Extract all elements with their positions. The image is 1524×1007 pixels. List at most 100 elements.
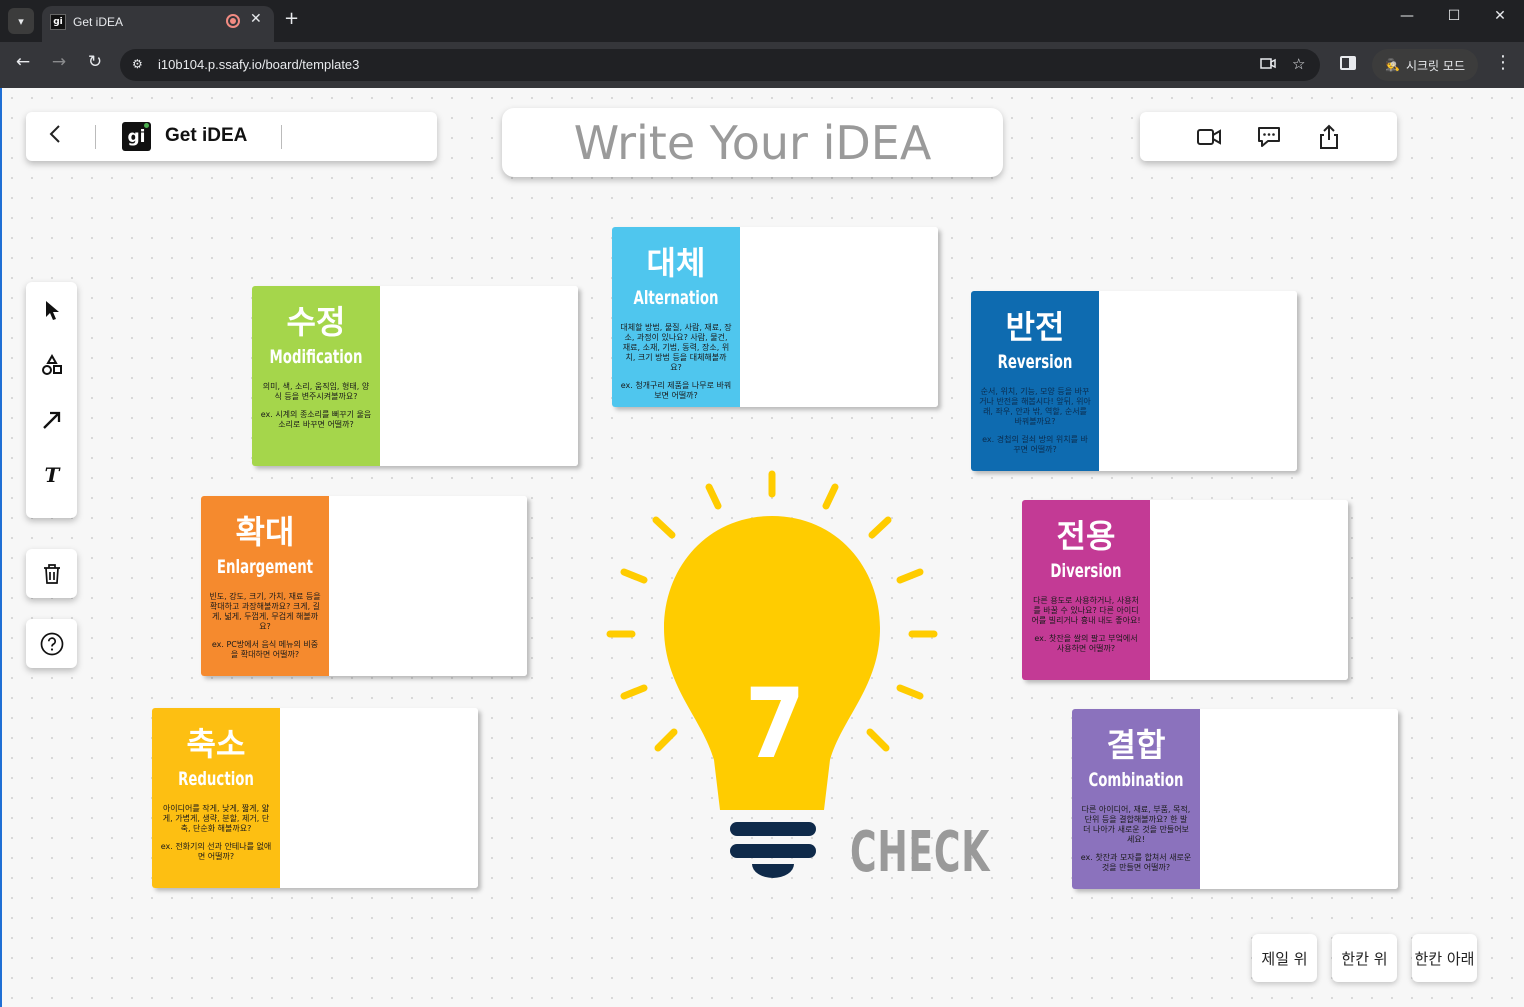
card-note-area[interactable]	[1200, 709, 1398, 889]
card-note-area[interactable]	[280, 708, 478, 888]
card-title-en: Reversion	[997, 351, 1073, 373]
board-title-box	[502, 108, 1003, 177]
card-example: ex. 경첩의 걸쇠 방의 위치를 바꾸면 어떨까?	[982, 435, 1088, 454]
card-example: ex. 시계의 종소리를 뻐꾸기 울음소리로 바꾸면 어떨까?	[260, 410, 372, 429]
scamper-card-reversion[interactable]: 반전 Reversion 순서, 위치, 기능, 모양 등을 바꾸거나 반전을 …	[971, 291, 1297, 471]
card-note-area[interactable]	[740, 227, 938, 407]
top-right-bar	[1140, 112, 1397, 161]
reload-icon[interactable]: ↻	[82, 52, 108, 72]
card-title-kr: 확대	[235, 513, 295, 551]
card-description: 다른 아이디어, 재료, 부품, 목적, 단위 등을 결합해볼까요? 한 발 더…	[1081, 805, 1191, 844]
browser-tab[interactable]: gi Get iDEA ✕	[42, 6, 274, 42]
browser-menu-icon[interactable]: ⋮	[1494, 52, 1512, 73]
bring-to-front-button[interactable]: 제일 위	[1252, 934, 1317, 982]
address-bar[interactable]: ⚙ i10b104.p.ssafy.io/board/template3 ☆	[120, 49, 1320, 81]
tab-title: Get iDEA	[73, 15, 124, 29]
incognito-badge[interactable]: 🕵 시크릿 모드	[1372, 49, 1478, 81]
bulb-number: 7	[744, 668, 806, 780]
divider	[95, 125, 96, 149]
arrow-tool-icon[interactable]	[39, 407, 65, 433]
card-example: ex. 전화기의 선과 안테나를 없애면 어떨까?	[160, 842, 272, 861]
forward-icon[interactable]: →	[46, 52, 72, 72]
browser-toolbar: ← → ↻ ⚙ i10b104.p.ssafy.io/board/templat…	[0, 42, 1524, 88]
share-icon[interactable]	[1316, 124, 1342, 150]
send-backward-button[interactable]: 한칸 아래	[1412, 934, 1477, 982]
card-title-en: Modification	[269, 346, 363, 368]
card-note-area[interactable]	[1150, 500, 1348, 680]
card-description: 대체할 방법, 물질, 사람, 재료, 장소, 과정이 있나요? 사람, 물건,…	[620, 323, 732, 372]
card-description: 순서, 위치, 기능, 모양 등을 바꾸거나 반전을 해봅시다! 앞뒤, 위아래…	[979, 387, 1091, 426]
shapes-icon[interactable]	[39, 352, 65, 378]
card-label-panel: 축소 Reduction 아이디어를 작게, 낮게, 짧게, 얇게, 가볍게, …	[152, 708, 280, 888]
card-title-en: Reduction	[178, 768, 254, 790]
help-button[interactable]	[26, 619, 77, 668]
card-title-kr: 수정	[286, 303, 346, 341]
trash-icon	[39, 561, 65, 587]
scamper-card-alternation[interactable]: 대체 Alternation 대체할 방법, 물질, 사람, 재료, 장소, 과…	[612, 227, 938, 407]
card-description: 의미, 색, 소리, 움직임, 형태, 양식 등을 변주시켜볼까요?	[262, 382, 370, 401]
card-description: 빈도, 강도, 크기, 가치, 재료 등을 확대하고 과장해볼까요? 크게, 길…	[209, 592, 321, 631]
site-info-icon[interactable]: ⚙	[132, 57, 148, 73]
card-title-kr: 결합	[1106, 726, 1166, 764]
card-title-kr: 전용	[1056, 517, 1116, 555]
scamper-card-combination[interactable]: 결합 Combination 다른 아이디어, 재료, 부품, 목적, 단위 등…	[1072, 709, 1398, 889]
tab-close-icon[interactable]: ✕	[250, 11, 262, 27]
camera-icon[interactable]	[1260, 55, 1276, 75]
select-cursor-icon[interactable]	[39, 297, 65, 323]
browser-tabbar: ▾ gi Get iDEA ✕ + — ☐ ✕	[0, 0, 1524, 42]
card-note-area[interactable]	[1099, 291, 1297, 471]
card-note-area[interactable]	[380, 286, 578, 466]
text-tool-icon[interactable]: T	[39, 462, 65, 488]
tab-list-icon[interactable]: ▾	[8, 8, 34, 34]
card-label-panel: 전용 Diversion 다른 용도로 사용하거나, 사용처를 바꿀 수 있나요…	[1022, 500, 1150, 680]
scamper-card-diversion[interactable]: 전용 Diversion 다른 용도로 사용하거나, 사용처를 바꿀 수 있나요…	[1022, 500, 1348, 680]
delete-button[interactable]	[26, 549, 77, 598]
bring-forward-button[interactable]: 한칸 위	[1332, 934, 1397, 982]
video-call-icon[interactable]	[1196, 124, 1222, 150]
minimize-icon[interactable]: —	[1392, 8, 1422, 24]
divider	[281, 125, 282, 149]
card-label-panel: 대체 Alternation 대체할 방법, 물질, 사람, 재료, 장소, 과…	[612, 227, 740, 407]
card-title-kr: 대체	[646, 244, 706, 282]
help-icon	[39, 631, 65, 657]
card-example: ex. 찻잔을 쌀의 팔고 부엌에서 사용하면 어떨까?	[1034, 634, 1138, 653]
scamper-card-enlargement[interactable]: 확대 Enlargement 빈도, 강도, 크기, 가치, 재료 등을 확대하…	[201, 496, 527, 676]
card-label-panel: 수정 Modification 의미, 색, 소리, 움직임, 형태, 양식 등…	[252, 286, 380, 466]
maximize-icon[interactable]: ☐	[1439, 8, 1469, 24]
card-label-panel: 확대 Enlargement 빈도, 강도, 크기, 가치, 재료 등을 확대하…	[201, 496, 329, 676]
card-label-panel: 결합 Combination 다른 아이디어, 재료, 부품, 목적, 단위 등…	[1072, 709, 1200, 889]
card-description: 다른 용도로 사용하거나, 사용처를 바꿀 수 있나요? 다른 아이디어를 빌리…	[1031, 596, 1141, 625]
card-title-en: Enlargement	[216, 556, 314, 578]
incognito-icon: 🕵	[1385, 58, 1400, 72]
incognito-label: 시크릿 모드	[1405, 58, 1465, 73]
card-title-kr: 축소	[186, 725, 246, 763]
card-label-panel: 반전 Reversion 순서, 위치, 기능, 모양 등을 바꾸거나 반전을 …	[971, 291, 1099, 471]
back-icon[interactable]: ←	[10, 52, 36, 72]
card-title-en: Alternation	[633, 287, 719, 309]
card-title-en: Combination	[1088, 769, 1184, 791]
board-canvas[interactable]: gi Get iDEA T	[0, 88, 1524, 1007]
close-window-icon[interactable]: ✕	[1485, 8, 1515, 24]
check-label: CHECK	[850, 820, 991, 885]
card-title-kr: 반전	[1005, 308, 1065, 346]
app-logo: gi	[122, 122, 151, 151]
recording-icon	[226, 14, 240, 28]
card-title-en: Diversion	[1050, 560, 1122, 582]
board-title-input[interactable]	[502, 108, 1003, 177]
scamper-card-modification[interactable]: 수정 Modification 의미, 색, 소리, 움직임, 형태, 양식 등…	[252, 286, 578, 466]
side-panel-icon[interactable]	[1340, 56, 1356, 70]
url-text[interactable]: i10b104.p.ssafy.io/board/template3	[158, 57, 359, 72]
card-example: ex. 청개구리 제품을 나무로 바꿔보면 어떨까?	[620, 381, 732, 400]
card-description: 아이디어를 작게, 낮게, 짧게, 얇게, 가볍게, 생략, 분할, 제거, 단…	[162, 804, 270, 833]
new-tab-icon[interactable]: +	[284, 8, 299, 29]
card-note-area[interactable]	[329, 496, 527, 676]
chat-icon[interactable]	[1256, 124, 1282, 150]
bookmark-star-icon[interactable]: ☆	[1292, 55, 1305, 73]
brand-name: Get iDEA	[165, 125, 248, 146]
card-example: ex. 찻잔과 모자를 합쳐서 새로운 것을 만들면 어떨까?	[1080, 853, 1192, 872]
back-chevron-icon[interactable]	[48, 123, 62, 151]
tab-favicon-icon: gi	[50, 14, 66, 30]
scamper-card-reduction[interactable]: 축소 Reduction 아이디어를 작게, 낮게, 짧게, 얇게, 가볍게, …	[152, 708, 478, 888]
tool-panel: T	[26, 282, 77, 518]
top-left-bar: gi Get iDEA	[26, 112, 437, 161]
